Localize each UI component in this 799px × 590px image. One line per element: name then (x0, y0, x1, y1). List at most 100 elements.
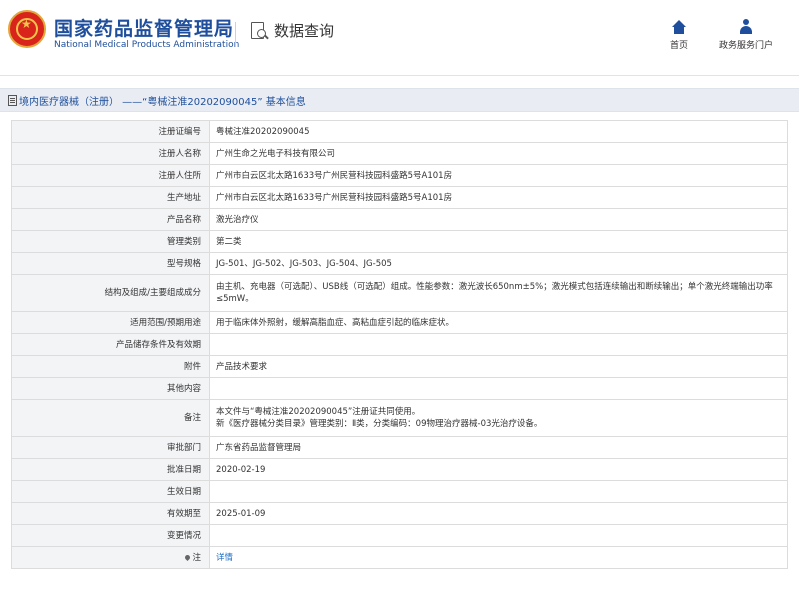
detail-title: 境内医疗器械（注册） ——“粤械注准20202090045” 基本信息 (19, 96, 306, 108)
field-value: 详情 (209, 546, 788, 569)
field-label-text: 变更情况 (166, 530, 201, 541)
header-divider (235, 22, 236, 44)
field-label-text: 注 (192, 552, 201, 563)
details-link[interactable]: 详情 (216, 553, 233, 563)
table-row: 产品名称 激光治疗仪 (11, 208, 788, 231)
field-value-line: 新《医疗器械分类目录》管理类别：Ⅱ类，分类编码：09物理治疗器械-03光治疗设备… (216, 419, 543, 429)
field-value-text: JG-501、JG-502、JG-503、JG-504、JG-505 (216, 258, 392, 269)
field-label-text: 管理类别 (166, 236, 201, 247)
field-label: 其他内容 (11, 377, 210, 400)
field-value: 激光治疗仪 (209, 208, 788, 231)
national-emblem-logo: ★ (8, 10, 46, 48)
field-value-text: 由主机、充电器（可选配）、USB线（可选配）组成。性能参数：激光波长650nm±… (216, 282, 773, 304)
field-value: 广州市白云区北太路1633号广州民营科技园科盛路5号A101房 (209, 164, 788, 187)
table-row: 有效期至 2025-01-09 (11, 502, 788, 525)
field-value-text: 2020-02-19 (216, 464, 266, 475)
field-value-text: 广州市白云区北太路1633号广州民营科技园科盛路5号A101房 (216, 170, 453, 181)
field-label: 备注 (11, 399, 210, 437)
table-row: 生产地址 广州市白云区北太路1633号广州民营科技园科盛路5号A101房 (11, 186, 788, 209)
field-label: 变更情况 (11, 524, 210, 547)
table-row: 其他内容 (11, 377, 788, 400)
table-row: 备注 本文件与“粤械注准20202090045”注册证共同使用。 新《医疗器械分类目… (11, 399, 788, 437)
field-label: 注册人名称 (11, 142, 210, 165)
nav-home[interactable]: 首页 (664, 16, 694, 51)
field-label: 产品名称 (11, 208, 210, 231)
field-value-text: 用于临床体外照射，缓解高脂血症、高粘血症引起的临床症状。 (216, 317, 455, 328)
field-value: 由主机、充电器（可选配）、USB线（可选配）组成。性能参数：激光波长650nm±… (209, 274, 788, 312)
field-value: 2025-01-09 (209, 502, 788, 525)
field-label: 型号规格 (11, 252, 210, 275)
field-label-text: 产品储存条件及有效期 (115, 339, 201, 350)
field-value-text: 广东省药品监督管理局 (216, 442, 302, 453)
field-label-text: 结构及组成/主要组成成分 (104, 288, 201, 298)
pin-icon (184, 553, 192, 561)
field-value: 产品技术要求 (209, 355, 788, 378)
document-search-icon (250, 21, 269, 41)
table-row: 管理类别 第二类 (11, 230, 788, 253)
field-label: 注 (11, 546, 210, 569)
table-row: 产品储存条件及有效期 (11, 333, 788, 356)
field-label-text: 生产地址 (166, 192, 201, 203)
field-value (209, 480, 788, 503)
field-value: 用于临床体外照射，缓解高脂血症、高粘血症引起的临床症状。 (209, 311, 788, 334)
field-label-text: 其他内容 (166, 383, 201, 394)
table-row: 注册人名称 广州生命之光电子科技有限公司 (11, 142, 788, 165)
field-value-text: 第二类 (216, 236, 242, 247)
document-icon (8, 94, 17, 106)
table-row: 结构及组成/主要组成成分 由主机、充电器（可选配）、USB线（可选配）组成。性能参… (11, 274, 788, 312)
field-value-text: 粤械注准20202090045 (216, 126, 310, 137)
field-value: 广州市白云区北太路1633号广州民营科技园科盛路5号A101房 (209, 186, 788, 209)
detail-titlebar: 境内医疗器械（注册） ——“粤械注准20202090045” 基本信息 (0, 88, 799, 112)
person-icon (739, 19, 753, 34)
field-label-text: 注册人名称 (158, 148, 201, 159)
table-row: 适用范围/预期用途 用于临床体外照射，缓解高脂血症、高粘血症引起的临床症状。 (11, 311, 788, 334)
field-value: 第二类 (209, 230, 788, 253)
field-label: 注册人住所 (11, 164, 210, 187)
field-value: 本文件与“粤械注准20202090045”注册证共同使用。新《医疗器械分类目录》… (209, 399, 788, 437)
field-label: 附件 (11, 355, 210, 378)
table-row: 注册证编号 粤械注准20202090045 (11, 120, 788, 143)
section-title: 数据查询 (274, 22, 335, 40)
home-icon (672, 20, 686, 34)
field-value-text: 产品技术要求 (216, 361, 268, 372)
field-value-text: 2025-01-09 (216, 508, 266, 519)
table-row: 注 详情 (11, 546, 788, 569)
table-row: 附件 产品技术要求 (11, 355, 788, 378)
field-label-text: 附件 (183, 361, 201, 372)
field-label: 产品储存条件及有效期 (11, 333, 210, 356)
nav-portal-label: 政务服务门户 (718, 41, 773, 51)
field-label-text: 有效期至 (166, 508, 201, 519)
site-header: ★ 国家药品监督管理局 National Medical Products Ad… (0, 0, 799, 76)
org-name-en: National Medical Products Administration (54, 40, 240, 50)
field-label: 结构及组成/主要组成成分 (11, 274, 210, 312)
field-value: 广东省药品监督管理局 (209, 436, 788, 459)
table-row: 型号规格 JG-501、JG-502、JG-503、JG-504、JG-505 (11, 252, 788, 275)
field-value-text: 激光治疗仪 (216, 214, 259, 225)
field-label-text: 适用范围/预期用途 (130, 317, 201, 328)
field-value-text: 广州生命之光电子科技有限公司 (216, 148, 336, 159)
field-label: 生产地址 (11, 186, 210, 209)
field-label: 注册证编号 (11, 120, 210, 143)
field-label: 管理类别 (11, 230, 210, 253)
table-row: 变更情况 (11, 524, 788, 547)
nav-home-label: 首页 (669, 41, 688, 51)
field-label-text: 审批部门 (166, 442, 201, 453)
field-value (209, 333, 788, 356)
field-value-text: 广州市白云区北太路1633号广州民营科技园科盛路5号A101房 (216, 192, 453, 203)
field-label-text: 批准日期 (166, 464, 201, 475)
field-value: 2020-02-19 (209, 458, 788, 481)
data-query-section: 数据查询 (250, 20, 334, 41)
field-label: 批准日期 (11, 458, 210, 481)
table-row: 批准日期 2020-02-19 (11, 458, 788, 481)
field-value-line: 本文件与“粤械注准20202090045”注册证共同使用。 (216, 407, 421, 417)
nav-portal[interactable]: 政务服务门户 (712, 16, 780, 51)
detail-table: 注册证编号 粤械注准20202090045 注册人名称 广州生命之光电子科技有限公司注… (11, 120, 788, 569)
field-label: 适用范围/预期用途 (11, 311, 210, 334)
org-name-cn: 国家药品监督管理局 (54, 18, 235, 40)
field-label: 生效日期 (11, 480, 210, 503)
field-label-text: 备注 (183, 413, 201, 423)
field-label: 审批部门 (11, 436, 210, 459)
field-value (209, 524, 788, 547)
table-row: 审批部门 广东省药品监督管理局 (11, 436, 788, 459)
field-label: 有效期至 (11, 502, 210, 525)
